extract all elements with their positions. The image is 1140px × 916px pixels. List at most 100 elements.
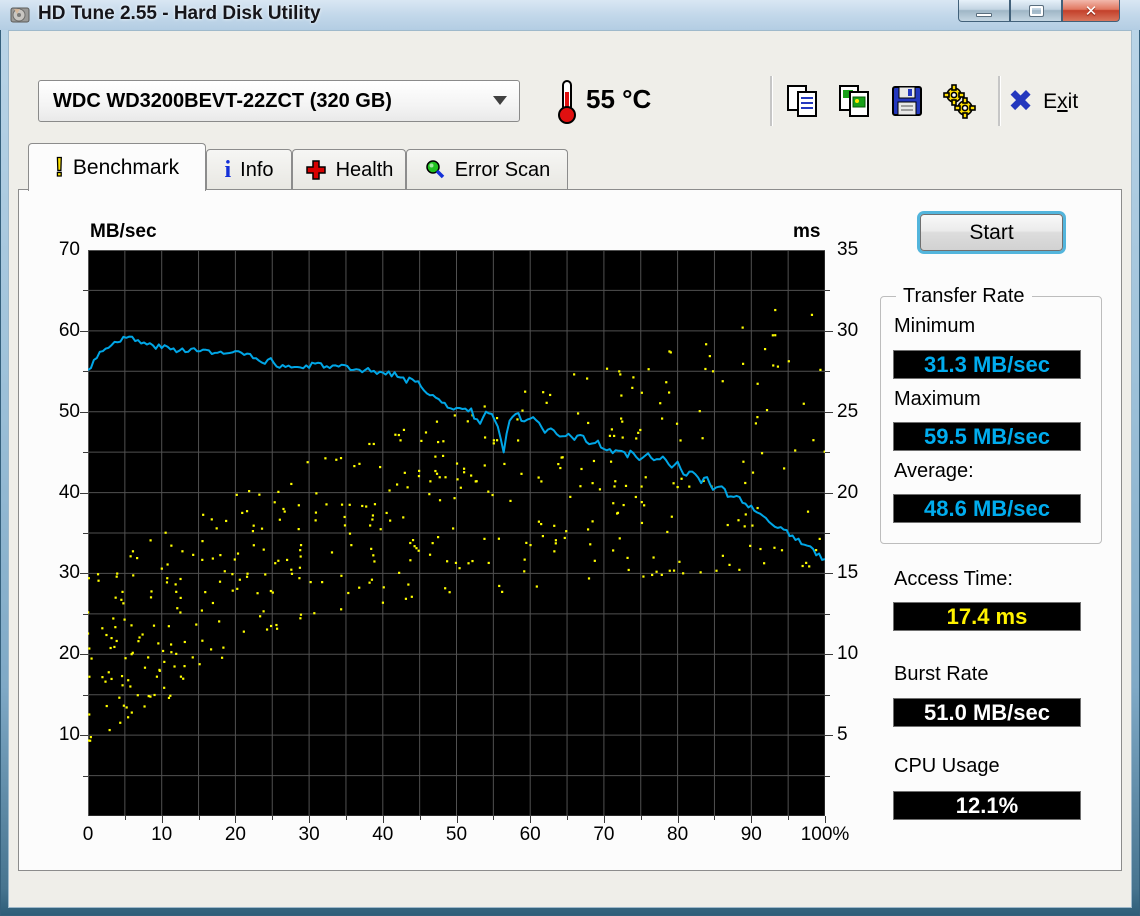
tick-mark — [382, 816, 384, 823]
copy-image-button[interactable] — [832, 78, 878, 124]
toolbar-separator — [770, 76, 772, 126]
tick-mark — [825, 654, 833, 656]
tab-error-scan[interactable]: Error Scan — [406, 149, 568, 190]
tick-mark — [272, 816, 274, 820]
tick-mark — [80, 492, 88, 494]
access-time-value: 17.4 ms — [893, 602, 1081, 631]
tick-mark — [161, 816, 163, 823]
maximum-value: 59.5 MB/sec — [893, 422, 1081, 451]
tick-mark — [80, 330, 88, 332]
save-floppy-icon — [892, 86, 922, 116]
tab-label: Error Scan — [454, 158, 551, 181]
axis-tick-label: 20 — [58, 643, 80, 665]
chart-canvas — [86, 250, 826, 817]
benchmark-chart — [86, 250, 826, 817]
maximize-button[interactable] — [1010, 0, 1062, 22]
title-bar: HD Tune 2.55 - Hard Disk Utility ✕ — [0, 0, 1140, 30]
axis-tick-label: 50 — [58, 400, 80, 422]
minimum-label: Minimum — [894, 315, 976, 337]
tick-mark — [83, 775, 88, 777]
tick-mark — [83, 533, 88, 534]
exit-x-icon: ✖ — [1008, 85, 1034, 118]
axis-tick-label: 50 — [445, 824, 468, 845]
average-label: Average: — [894, 460, 974, 482]
tick-mark — [751, 816, 753, 823]
y-right-axis-unit: ms — [793, 221, 821, 242]
tick-mark — [567, 816, 569, 820]
minimum-value: 31.3 MB/sec — [893, 350, 1081, 379]
axis-tick-label: 60 — [519, 824, 541, 845]
tick-mark — [825, 371, 830, 373]
tick-mark — [825, 411, 833, 413]
axis-tick-label: 40 — [372, 824, 394, 845]
burst-rate-value: 51.0 MB/sec — [893, 698, 1081, 727]
tick-mark — [235, 816, 237, 823]
copy-image-icon — [839, 85, 869, 117]
tick-mark — [825, 452, 830, 454]
tick-mark — [124, 816, 126, 820]
cpu-usage-label: CPU Usage — [894, 755, 1000, 777]
tick-mark — [825, 533, 830, 534]
drive-select-value: WDC WD3200BEVT-22ZCT (320 GB) — [53, 89, 392, 112]
hard-disk-icon — [10, 7, 30, 23]
start-button[interactable]: Start — [920, 214, 1063, 251]
axis-tick-label: 90 — [740, 824, 762, 845]
transfer-rate-legend: Transfer Rate — [896, 285, 1032, 308]
axis-tick-label: 15 — [837, 562, 859, 584]
options-button[interactable] — [936, 78, 982, 124]
tick-mark — [825, 573, 833, 575]
axis-tick-label: 40 — [58, 481, 80, 503]
exit-button[interactable]: ✖ Exit — [1008, 80, 1078, 124]
tick-mark — [530, 816, 532, 823]
axis-tick-label: 60 — [58, 319, 80, 341]
tick-mark — [825, 330, 833, 332]
tick-mark — [83, 452, 88, 454]
tab-benchmark[interactable]: ! Benchmark — [28, 143, 206, 191]
start-button-label: Start — [969, 220, 1014, 244]
axis-tick-label: 70 — [58, 239, 80, 260]
tick-mark — [80, 573, 88, 575]
health-cross-icon — [305, 160, 326, 180]
tick-mark — [825, 816, 826, 823]
tick-mark — [603, 816, 605, 823]
tick-mark — [419, 816, 421, 820]
tick-mark — [714, 816, 716, 820]
tick-mark — [825, 694, 830, 696]
tick-mark — [825, 735, 833, 737]
chevron-down-icon — [493, 96, 507, 105]
minimize-icon — [976, 12, 992, 17]
tick-mark — [825, 613, 830, 615]
tab-label: Health — [335, 158, 394, 181]
tick-mark — [493, 816, 495, 820]
tick-mark — [345, 816, 347, 820]
close-button[interactable]: ✕ — [1062, 0, 1120, 22]
toolbar-separator — [998, 76, 1000, 126]
tick-mark — [825, 775, 830, 777]
tick-mark — [83, 613, 88, 615]
tick-mark — [80, 654, 88, 656]
tick-mark — [80, 735, 88, 737]
maximum-label: Maximum — [894, 388, 981, 410]
tick-mark — [198, 816, 200, 820]
tick-mark — [788, 816, 790, 820]
axis-tick-label: 30 — [298, 824, 320, 845]
tab-health[interactable]: Health — [292, 149, 406, 190]
copy-text-button[interactable] — [780, 78, 826, 124]
tick-mark — [80, 411, 88, 413]
axis-tick-label: 0 — [82, 824, 94, 845]
axis-tick-label: 5 — [837, 724, 848, 746]
axis-tick-label: 10 — [58, 724, 80, 746]
tick-mark — [456, 816, 458, 823]
axis-tick-label: 70 — [593, 824, 615, 845]
axis-tick-label: 80 — [667, 824, 689, 845]
axis-tick-label: 35 — [837, 239, 859, 260]
tab-label: Benchmark — [72, 155, 180, 179]
window-title: HD Tune 2.55 - Hard Disk Utility — [38, 3, 321, 24]
save-button[interactable] — [884, 78, 930, 124]
drive-select-dropdown[interactable]: WDC WD3200BEVT-22ZCT (320 GB) — [38, 80, 520, 122]
maximize-icon — [1028, 4, 1044, 17]
error-scan-magnifier-icon — [425, 160, 444, 179]
tick-mark — [825, 290, 830, 292]
tab-info[interactable]: i Info — [206, 149, 292, 190]
minimize-button[interactable] — [958, 0, 1010, 22]
